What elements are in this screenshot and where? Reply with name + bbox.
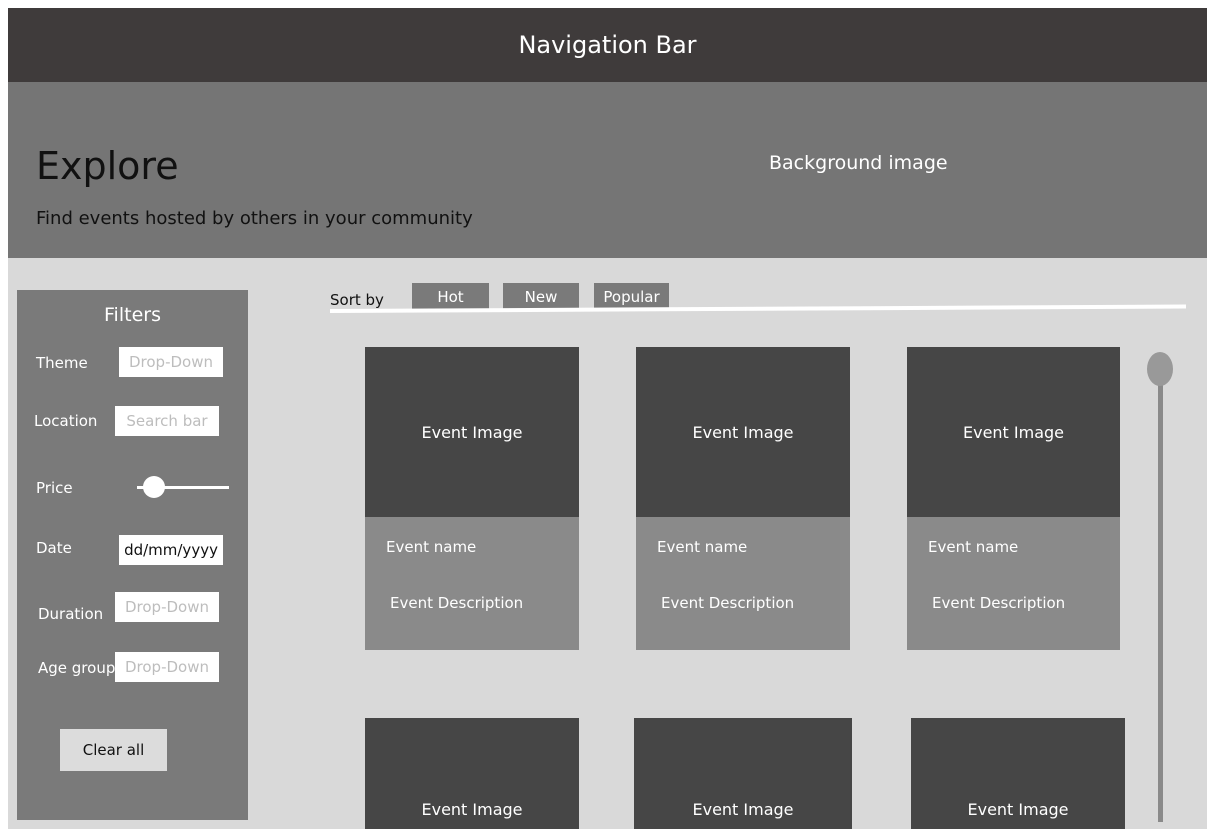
date-input[interactable]: dd/mm/yyyy <box>119 535 223 565</box>
sort-by-label: Sort by <box>330 291 384 309</box>
age-group-dropdown[interactable]: Drop-Down <box>115 652 219 682</box>
event-card-image[interactable]: Event Image <box>365 718 579 829</box>
filters-title: Filters <box>104 304 161 326</box>
date-label: Date <box>36 539 72 557</box>
event-image-label: Event Image <box>692 422 794 442</box>
theme-dropdown[interactable]: Drop-Down <box>119 347 223 377</box>
event-card-body[interactable]: Event name Event Description <box>907 517 1120 650</box>
event-name: Event name <box>928 538 1019 556</box>
event-image-label: Event Image <box>962 422 1065 442</box>
scrollbar-track[interactable] <box>1158 372 1163 822</box>
event-image-label: Event Image <box>692 800 794 819</box>
scrollbar-thumb[interactable] <box>1147 352 1173 386</box>
duration-dropdown[interactable]: Drop-Down <box>115 592 219 622</box>
event-description: Event Description <box>390 594 524 612</box>
event-image-label: Event Image <box>967 800 1069 819</box>
background-image-placeholder: Background image <box>769 152 948 174</box>
location-label: Location <box>34 412 98 430</box>
page-title: Explore <box>36 144 179 188</box>
duration-label: Duration <box>38 605 104 623</box>
price-slider-thumb[interactable] <box>143 476 165 498</box>
event-image-label: Event Image <box>421 800 523 819</box>
navigation-bar-label: Navigation Bar <box>518 31 697 59</box>
price-label: Price <box>36 479 73 497</box>
event-image-label: Event Image <box>421 422 523 442</box>
event-card-image[interactable]: Event Image <box>907 347 1120 517</box>
location-search-input[interactable]: Search bar <box>115 406 219 436</box>
event-description: Event Description <box>661 594 795 612</box>
event-card-image[interactable]: Event Image <box>636 347 850 517</box>
filters-panel: Filters Theme Drop-Down Location Search … <box>17 290 248 820</box>
event-card-body[interactable]: Event name Event Description <box>636 517 850 650</box>
event-name: Event name <box>386 538 477 556</box>
theme-label: Theme <box>36 354 88 372</box>
event-description: Event Description <box>932 594 1066 612</box>
event-card-image[interactable]: Event Image <box>911 718 1125 829</box>
event-card-image[interactable]: Event Image <box>365 347 579 517</box>
clear-all-button[interactable]: Clear all <box>60 729 167 771</box>
navigation-bar[interactable]: Navigation Bar <box>8 8 1207 82</box>
event-card-body[interactable]: Event name Event Description <box>365 517 579 650</box>
event-name: Event name <box>657 538 748 556</box>
page-subtitle: Find events hosted by others in your com… <box>36 208 473 229</box>
event-card-image[interactable]: Event Image <box>634 718 852 829</box>
sort-hot-button[interactable]: Hot <box>412 283 489 311</box>
age-group-label: Age group <box>38 659 116 677</box>
explore-page: Navigation Bar Explore Find events hoste… <box>0 0 1207 829</box>
hero-banner: Explore Find events hosted by others in … <box>8 82 1207 258</box>
